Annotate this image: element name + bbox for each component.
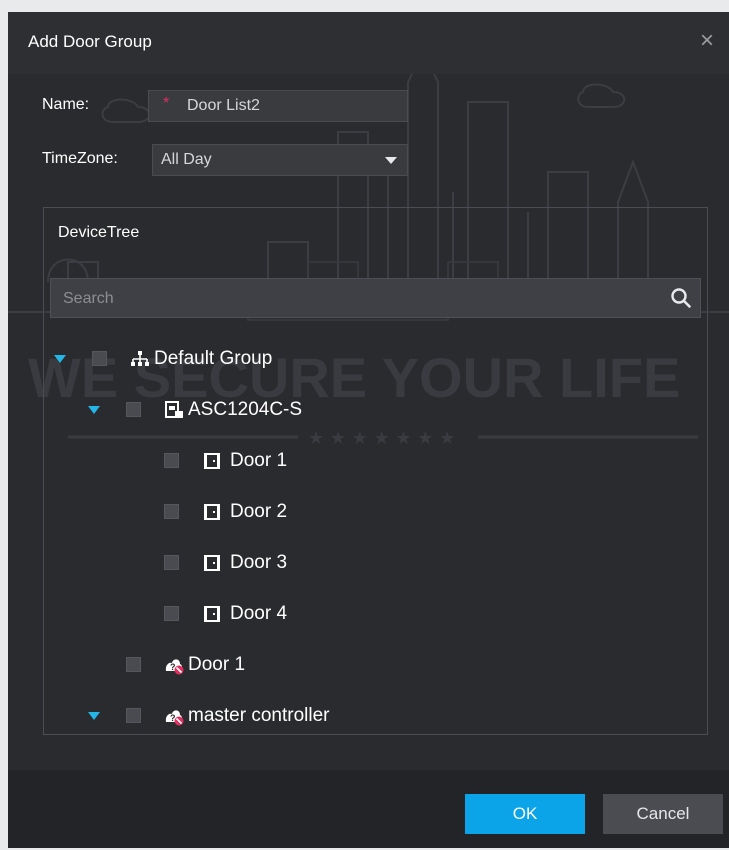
- offline-device-icon: ?: [165, 710, 184, 726]
- cancel-button[interactable]: Cancel: [603, 794, 723, 834]
- tree-checkbox[interactable]: [126, 708, 141, 723]
- tree-checkbox[interactable]: [126, 402, 141, 417]
- door-icon: [204, 555, 220, 571]
- tree-checkbox[interactable]: [164, 606, 179, 621]
- tree-checkbox[interactable]: [92, 351, 107, 366]
- tree-node-offline-device[interactable]: ? master controller: [44, 703, 704, 731]
- tree-checkbox[interactable]: [126, 657, 141, 672]
- tree-checkbox[interactable]: [164, 453, 179, 468]
- expand-arrow-icon[interactable]: [54, 355, 66, 363]
- expand-arrow-icon[interactable]: [88, 712, 100, 720]
- search-icon[interactable]: [670, 287, 692, 309]
- expand-arrow-icon[interactable]: [88, 406, 100, 414]
- timezone-select[interactable]: All Day: [152, 144, 408, 176]
- offline-device-icon: ?: [165, 659, 184, 675]
- close-icon[interactable]: ×: [696, 29, 718, 53]
- device-tree-title: DeviceTree: [58, 224, 140, 241]
- dialog-title: Add Door Group: [28, 32, 152, 51]
- name-label: Name:: [42, 96, 90, 113]
- name-value: Door List2: [187, 97, 260, 114]
- tree-node-door[interactable]: Door 2: [44, 499, 704, 527]
- tree-node-label: Door 1: [188, 654, 246, 675]
- device-tree-panel: DeviceTree Default Group: [43, 207, 708, 735]
- timezone-label: TimeZone:: [42, 150, 118, 167]
- tree-checkbox[interactable]: [164, 504, 179, 519]
- chevron-down-icon: [385, 157, 397, 164]
- door-icon: [204, 453, 220, 469]
- name-field[interactable]: * Door List2: [148, 90, 408, 122]
- door-icon: [204, 504, 220, 520]
- search-input[interactable]: [61, 279, 655, 319]
- tree-node-label: Door 1: [230, 450, 288, 471]
- dialog-footer: OK Cancel: [8, 770, 729, 848]
- dialog-titlebar: Add Door Group ×: [8, 12, 729, 74]
- tree-node-label: Door 4: [230, 603, 288, 624]
- tree-node-door[interactable]: Door 1: [44, 448, 704, 476]
- add-door-group-dialog: WE SECURE YOUR LIFE ★ ★ ★ ★ ★ ★ ★ Add Do…: [8, 12, 729, 848]
- tree-node-label: Door 3: [230, 552, 288, 573]
- tree-node-offline-device[interactable]: ? Door 1: [44, 652, 704, 680]
- required-mark: *: [163, 95, 170, 112]
- org-tree-icon: [131, 351, 149, 366]
- ok-button[interactable]: OK: [465, 794, 585, 834]
- tree-node-door[interactable]: Door 3: [44, 550, 704, 578]
- tree-node-door[interactable]: Door 4: [44, 601, 704, 629]
- timezone-value: All Day: [161, 151, 212, 168]
- tree-node-label: master controller: [188, 705, 330, 726]
- tree-checkbox[interactable]: [164, 555, 179, 570]
- search-box: [50, 278, 701, 319]
- door-icon: [204, 606, 220, 622]
- tree-node-label: Door 2: [230, 501, 288, 522]
- tree-node-label: ASC1204C-S: [188, 399, 303, 420]
- tree-node-controller[interactable]: ASC1204C-S: [44, 397, 704, 425]
- tree-node-default-group[interactable]: Default Group: [44, 346, 704, 374]
- access-controller-icon: [165, 401, 183, 418]
- tree-node-label: Default Group: [154, 348, 273, 369]
